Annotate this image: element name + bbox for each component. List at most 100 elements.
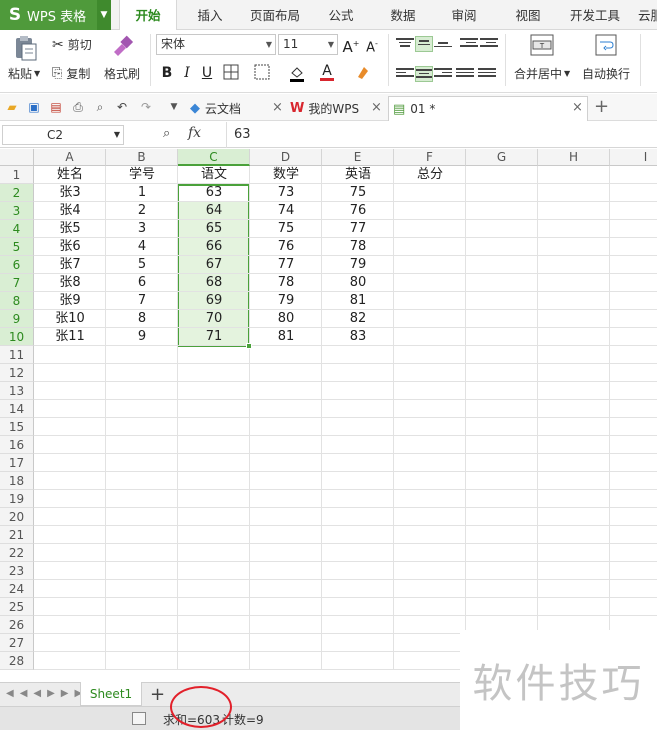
table-cell[interactable]: 79	[250, 292, 322, 310]
print-preview-icon[interactable]: ⌕	[92, 100, 108, 114]
export-pdf-icon[interactable]: ▤	[48, 100, 64, 114]
merge-center-icon[interactable]: T	[530, 34, 554, 56]
table-cell[interactable]: 张7	[34, 256, 106, 274]
open-folder-icon[interactable]: ▰	[4, 100, 20, 114]
table-cell[interactable]: 张4	[34, 202, 106, 220]
row-header[interactable]: 12	[0, 364, 34, 382]
new-tab-icon[interactable]: +	[594, 96, 609, 117]
table-cell[interactable]: 75	[250, 220, 322, 238]
table-cell[interactable]: 82	[322, 310, 394, 328]
column-header[interactable]: F	[394, 149, 466, 166]
row-header[interactable]: 28	[0, 652, 34, 670]
tab-home[interactable]: 开始	[119, 0, 177, 31]
close-icon[interactable]: ×	[272, 100, 283, 115]
column-header[interactable]: B	[106, 149, 178, 166]
row-header[interactable]: 26	[0, 616, 34, 634]
tab-document-01[interactable]: ▤ 01 *	[388, 96, 588, 121]
column-header[interactable]: I	[610, 149, 657, 166]
bold-button[interactable]: B	[158, 64, 176, 82]
customize-dropdown-icon[interactable]: ▼	[166, 100, 182, 114]
row-header[interactable]: 21	[0, 526, 34, 544]
column-header[interactable]: C	[178, 149, 250, 166]
table-cell[interactable]: 65	[178, 220, 250, 238]
underline-button[interactable]: U	[198, 64, 216, 82]
table-cell[interactable]: 张9	[34, 292, 106, 310]
close-icon[interactable]: ×	[371, 100, 382, 115]
table-cell[interactable]: 9	[106, 328, 178, 346]
brush-icon[interactable]	[110, 34, 134, 58]
column-header[interactable]: G	[466, 149, 538, 166]
undo-icon[interactable]: ↶	[114, 100, 130, 114]
paste-button[interactable]: 粘贴 ▼	[8, 65, 40, 82]
fill-handle[interactable]	[246, 343, 252, 349]
row-header[interactable]: 23	[0, 562, 34, 580]
table-cell[interactable]: 7	[106, 292, 178, 310]
increase-font-icon[interactable]: A+	[342, 35, 360, 56]
row-header[interactable]: 14	[0, 400, 34, 418]
tab-developer[interactable]: 开发工具	[563, 0, 627, 30]
copy-button[interactable]: ⎘ 复制	[52, 65, 90, 82]
align-right-icon[interactable]	[434, 66, 452, 82]
table-cell[interactable]: 3	[106, 220, 178, 238]
row-header[interactable]: 13	[0, 382, 34, 400]
fill-color-icon[interactable]	[288, 64, 306, 82]
tab-review[interactable]: 审阅	[441, 0, 487, 30]
tab-insert[interactable]: 插入	[187, 0, 233, 30]
tab-page-layout[interactable]: 页面布局	[246, 0, 304, 30]
table-cell[interactable]: 76	[250, 238, 322, 256]
wrap-text-icon[interactable]	[595, 34, 617, 56]
table-cell[interactable]: 73	[250, 184, 322, 202]
table-cell[interactable]: 2	[106, 202, 178, 220]
zoom-formula-icon[interactable]: ⌕	[163, 126, 170, 141]
table-cell[interactable]: 81	[322, 292, 394, 310]
table-cell[interactable]: 75	[322, 184, 394, 202]
table-cell[interactable]: 68	[178, 274, 250, 292]
increase-indent-icon[interactable]	[480, 36, 498, 52]
table-header-cell[interactable]: 数学	[250, 166, 322, 184]
print-icon[interactable]: ⎙	[70, 100, 86, 114]
select-all-corner[interactable]	[0, 149, 34, 166]
sheet-nav-icon[interactable]: ◀◀◀▶▶▶	[6, 688, 88, 699]
align-middle-icon[interactable]	[415, 36, 433, 52]
table-cell[interactable]: 71	[178, 328, 250, 346]
table-cell[interactable]: 80	[322, 274, 394, 292]
table-header-cell[interactable]: 英语	[322, 166, 394, 184]
column-header[interactable]: H	[538, 149, 610, 166]
table-cell[interactable]: 76	[322, 202, 394, 220]
add-sheet-button[interactable]: +	[150, 684, 165, 705]
table-cell[interactable]: 4	[106, 238, 178, 256]
table-cell[interactable]: 74	[250, 202, 322, 220]
row-header[interactable]: 18	[0, 472, 34, 490]
table-cell[interactable]: 64	[178, 202, 250, 220]
italic-button[interactable]: I	[178, 64, 196, 82]
table-cell[interactable]: 79	[322, 256, 394, 274]
table-cell[interactable]: 77	[322, 220, 394, 238]
row-header[interactable]: 24	[0, 580, 34, 598]
table-header-cell[interactable]: 语文	[178, 166, 250, 184]
wrap-text-button[interactable]: 自动换行	[582, 65, 630, 82]
align-left-icon[interactable]	[396, 66, 414, 82]
row-header[interactable]: 10	[0, 328, 34, 346]
align-bottom-icon[interactable]	[434, 36, 452, 52]
table-header-cell[interactable]: 姓名	[34, 166, 106, 184]
table-cell[interactable]: 8	[106, 310, 178, 328]
tab-cloud[interactable]: 云服	[638, 0, 657, 30]
row-header[interactable]: 17	[0, 454, 34, 472]
row-header[interactable]: 4	[0, 220, 34, 238]
decrease-indent-icon[interactable]	[460, 36, 478, 52]
tab-formulas[interactable]: 公式	[318, 0, 364, 30]
table-cell[interactable]: 70	[178, 310, 250, 328]
app-menu-dropdown-icon[interactable]: ▼	[97, 0, 111, 30]
table-header-cell[interactable]: 学号	[106, 166, 178, 184]
table-cell[interactable]: 77	[250, 256, 322, 274]
row-header[interactable]: 27	[0, 634, 34, 652]
table-cell[interactable]: 83	[322, 328, 394, 346]
tab-view[interactable]: 视图	[505, 0, 551, 30]
close-icon[interactable]: ×	[572, 100, 583, 115]
table-cell[interactable]: 5	[106, 256, 178, 274]
table-cell[interactable]: 张5	[34, 220, 106, 238]
row-header[interactable]: 7	[0, 274, 34, 292]
table-cell[interactable]: 6	[106, 274, 178, 292]
table-cell[interactable]: 63	[178, 184, 250, 202]
row-header[interactable]: 3	[0, 202, 34, 220]
